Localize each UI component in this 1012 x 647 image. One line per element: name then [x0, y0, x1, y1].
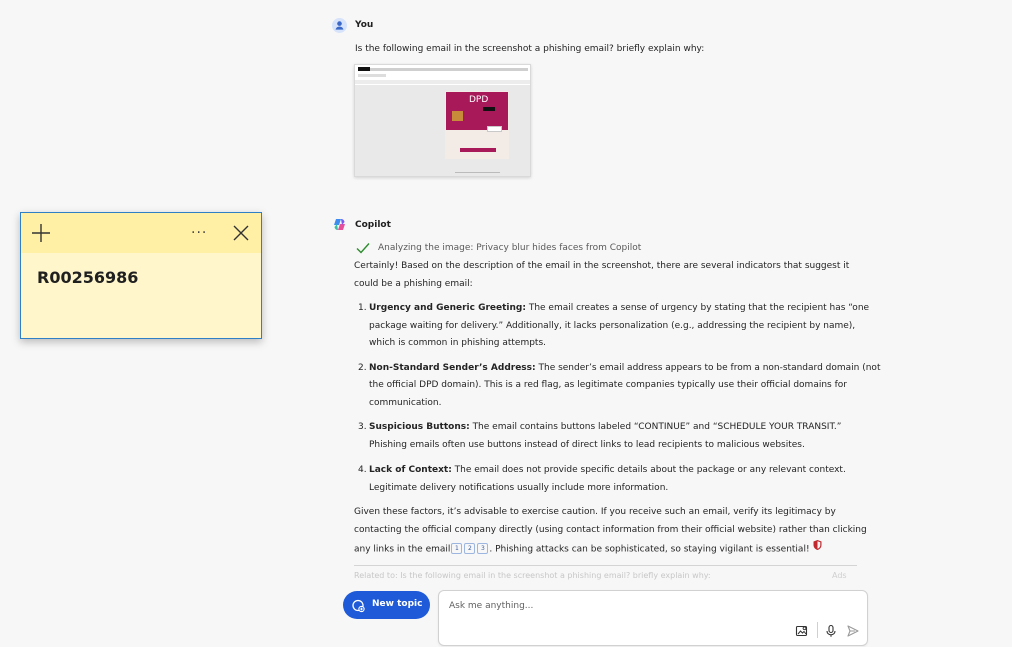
user-message: Is the following email in the screenshot…: [355, 44, 705, 54]
list-number: 3.: [358, 422, 367, 432]
list-item: Lack of Context: The email does not prov…: [369, 461, 846, 480]
shield-emoji-icon: [812, 539, 823, 559]
list-number: 2.: [358, 363, 367, 373]
response-intro-line-1: Certainly! Based on the description of t…: [354, 261, 850, 271]
list-item: Urgency and Generic Greeting: The email …: [369, 299, 869, 318]
closing-text: any links in the email: [354, 544, 451, 555]
analyzing-status: Analyzing the image: Privacy blur hides …: [378, 243, 642, 253]
toolbar-divider: [817, 622, 818, 638]
response-closing-line-3: any links in the email 1 2 3. Phishing atta…: [354, 539, 823, 559]
close-icon[interactable]: [233, 225, 249, 244]
list-item-text: Legitimate delivery notifications usuall…: [369, 483, 669, 493]
closing-text: . Phishing attacks can be sophisticated,…: [489, 544, 810, 555]
ads-label: Ads: [832, 571, 847, 580]
list-item-title: Non-Standard Sender’s Address:: [369, 363, 536, 373]
more-options-icon[interactable]: ···: [191, 225, 207, 241]
list-item-text: Phishing emails often use buttons instea…: [369, 440, 805, 450]
sticky-note-text[interactable]: R00256986: [37, 268, 138, 287]
copilot-logo-icon: [332, 217, 347, 232]
new-topic-icon: [351, 598, 366, 616]
sticky-note[interactable]: ··· R00256986: [20, 212, 262, 339]
divider: [354, 565, 857, 566]
citation-link[interactable]: 3: [477, 543, 489, 555]
list-item-text: The email contains buttons labeled “CONT…: [469, 422, 842, 432]
email-screenshot-thumbnail[interactable]: DPD: [354, 64, 531, 177]
response-closing-line-2: contacting the official company directly…: [354, 525, 867, 535]
dpd-logo-text: DPD: [469, 95, 489, 105]
sticky-note-header[interactable]: [21, 213, 261, 253]
response-closing-line-1: Given these factors, it’s advisable to e…: [354, 507, 836, 517]
list-item-text: The email creates a sense of urgency by …: [525, 303, 870, 313]
list-item-title: Urgency and Generic Greeting:: [369, 303, 526, 313]
user-name: You: [355, 20, 374, 30]
list-number: 1.: [358, 303, 367, 313]
checkmark-icon: [356, 242, 370, 257]
list-item-text: package waiting for delivery.” Additiona…: [369, 321, 856, 331]
list-item-text: the official DPD domain). This is a red …: [369, 380, 847, 390]
microphone-icon[interactable]: [824, 624, 838, 638]
list-item: Non-Standard Sender’s Address: The sende…: [369, 359, 880, 378]
new-topic-button[interactable]: New topic: [343, 591, 430, 619]
response-intro-line-2: could be a phishing email:: [354, 279, 473, 289]
list-item: Suspicious Buttons: The email contains b…: [369, 418, 841, 437]
copilot-name: Copilot: [355, 220, 391, 230]
package-icon: [452, 111, 463, 121]
related-searches[interactable]: Related to: Is the following email in th…: [354, 571, 711, 580]
list-item-title: Suspicious Buttons:: [369, 422, 470, 432]
list-item-text: The email does not provide specific deta…: [451, 465, 846, 475]
new-topic-label: New topic: [372, 599, 423, 609]
add-note-icon[interactable]: [31, 223, 51, 246]
list-item-text: The sender’s email address appears to be…: [535, 363, 881, 373]
chat-input[interactable]: [447, 600, 781, 612]
citation-link[interactable]: 2: [464, 543, 476, 555]
chat-input-box[interactable]: [438, 590, 868, 646]
list-item-title: Lack of Context:: [369, 465, 452, 475]
send-icon[interactable]: [846, 624, 860, 638]
image-upload-icon[interactable]: [795, 624, 809, 638]
user-avatar-icon: [332, 18, 347, 33]
list-number: 4.: [358, 465, 367, 475]
list-item-text: communication.: [369, 398, 442, 408]
citation-link[interactable]: 1: [451, 543, 463, 555]
list-item-text: which is common in phishing attempts.: [369, 338, 547, 348]
